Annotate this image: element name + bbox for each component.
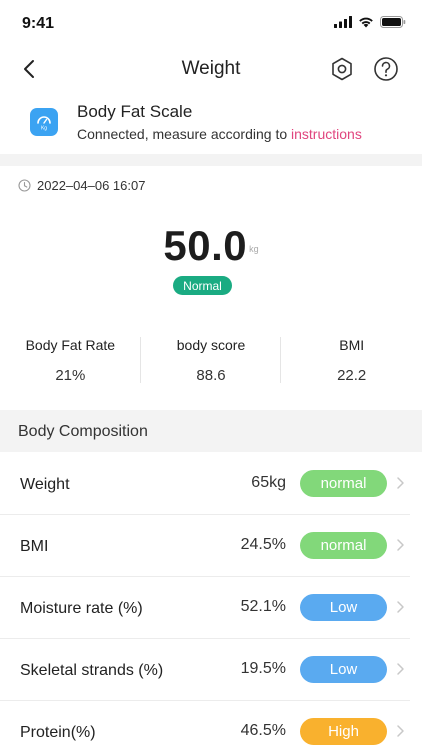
composition-value: 65kg [251, 474, 286, 491]
metric-value: 88.6 [196, 367, 226, 384]
metric-body-fat-rate: Body Fat Rate 21% [0, 333, 141, 387]
composition-row-weight[interactable]: Weight 65kg normal [0, 453, 410, 515]
composition-status-badge: Low [300, 594, 387, 621]
chevron-right-icon [397, 725, 404, 737]
weight-number: 50.0 [163, 222, 248, 269]
weight-unit: kg [249, 244, 259, 254]
nav-bar: Weight [0, 48, 422, 90]
instructions-link[interactable]: instructions [291, 126, 362, 142]
section-title: Body Composition [18, 423, 148, 440]
composition-status-badge: normal [300, 532, 387, 559]
weight-display: 50.0 kg [0, 222, 422, 270]
composition-value: 24.5% [240, 536, 286, 553]
status-icons [334, 16, 406, 28]
metric-label: Body Fat Rate [25, 337, 116, 353]
scale-icon: Kg [30, 108, 58, 136]
wifi-icon [359, 17, 373, 28]
battery-icon [380, 16, 406, 28]
hexagon-settings-icon [332, 57, 352, 81]
chevron-right-icon [397, 601, 404, 613]
metric-value: 22.2 [337, 367, 367, 384]
composition-status-badge: High [300, 718, 387, 745]
device-status: Connected, measure according to instruct… [77, 126, 362, 142]
chevron-right-icon [397, 539, 404, 551]
metrics-row: Body Fat Rate 21% body score 88.6 BMI 22… [0, 333, 422, 387]
composition-row-moisture-rate[interactable]: Moisture rate (%) 52.1% Low [0, 577, 410, 639]
composition-value: 19.5% [240, 660, 286, 677]
composition-row-protein[interactable]: Protein(%) 46.5% High [0, 701, 410, 750]
cellular-signal-icon [334, 16, 352, 28]
status-time: 9:41 [22, 15, 55, 32]
body-composition-header: Body Composition [0, 410, 422, 452]
composition-name: Weight [20, 476, 70, 493]
device-connection-row: Kg Body Fat Scale Connected, measure acc… [0, 92, 422, 154]
composition-name: Skeletal strands (%) [20, 662, 164, 679]
scale-dial-icon: Kg [37, 116, 51, 132]
composition-status-badge: normal [300, 470, 387, 497]
metric-body-score: body score 88.6 [141, 333, 282, 387]
weight-status-badge: Normal [173, 276, 232, 295]
composition-value: 52.1% [240, 598, 286, 615]
composition-value: 46.5% [240, 722, 286, 739]
device-name: Body Fat Scale [77, 102, 193, 121]
record-timestamp: 2022–04–06 16:07 [18, 178, 145, 193]
settings-button[interactable] [328, 55, 356, 83]
composition-status-badge: Low [300, 656, 387, 683]
metric-bmi: BMI 22.2 [281, 333, 422, 387]
chevron-right-icon [397, 477, 404, 489]
help-button[interactable] [372, 55, 400, 83]
metric-label: BMI [339, 337, 365, 353]
question-mark-icon [374, 57, 398, 81]
chevron-right-icon [397, 663, 404, 675]
section-divider [0, 154, 422, 166]
clock-icon [18, 179, 31, 192]
composition-name: Moisture rate (%) [20, 600, 143, 617]
scale-icon-text: Kg [41, 126, 47, 132]
timestamp-text: 2022–04–06 16:07 [37, 178, 146, 193]
metric-label: body score [176, 337, 246, 353]
composition-row-skeletal-strands[interactable]: Skeletal strands (%) 19.5% Low [0, 639, 410, 701]
body-composition-list: Weight 65kg normal BMI 24.5% normal Mois… [0, 453, 422, 750]
composition-row-bmi[interactable]: BMI 24.5% normal [0, 515, 410, 577]
device-status-text: Connected, measure according to [77, 126, 292, 142]
metric-value: 21% [55, 367, 86, 384]
status-bar: 9:41 [0, 0, 422, 48]
composition-name: Protein(%) [20, 724, 96, 741]
composition-name: BMI [20, 538, 49, 555]
page-title: Weight [181, 58, 241, 79]
